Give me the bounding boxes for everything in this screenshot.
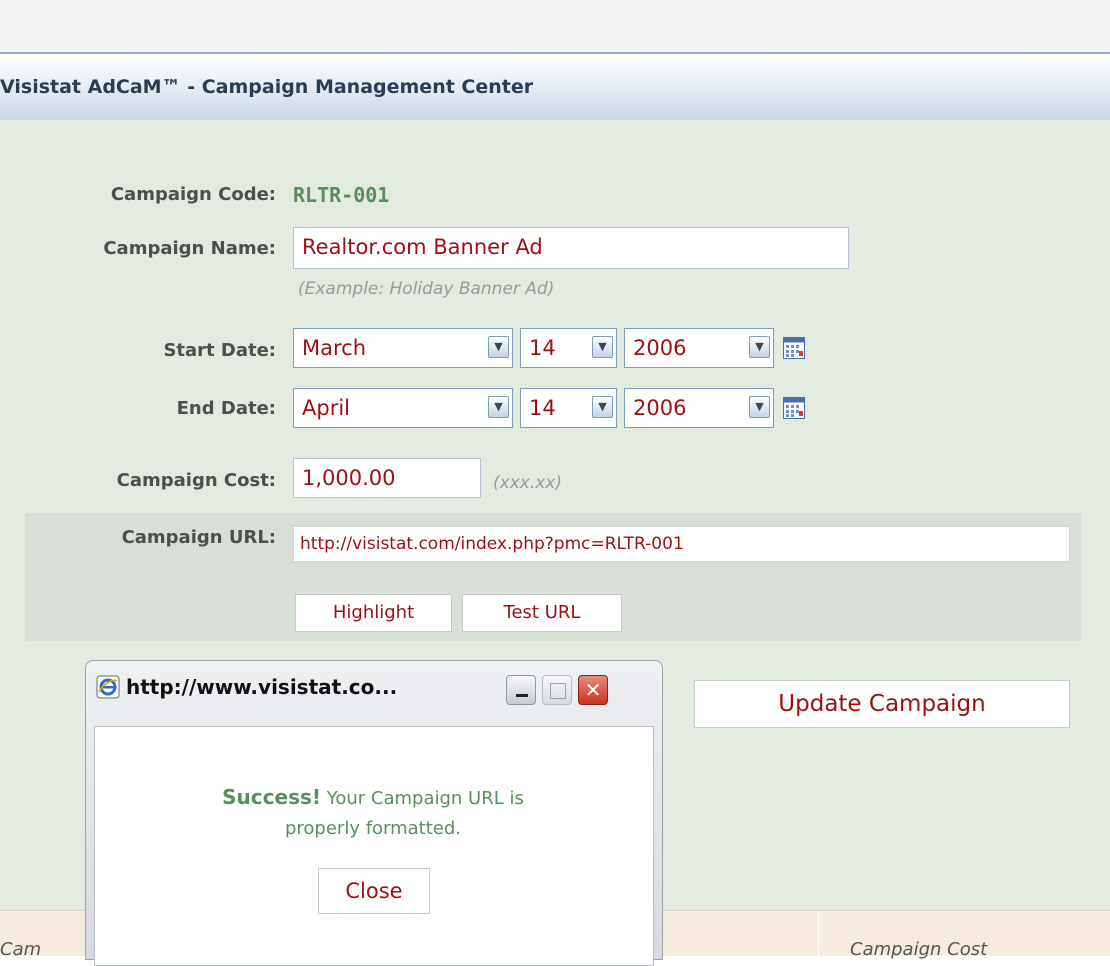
column-header-campaign[interactable]: Cam: [0, 939, 41, 960]
campaign-name-input[interactable]: Realtor.com Banner Ad: [293, 227, 849, 269]
campaign-cost-label: Campaign Cost:: [116, 470, 276, 491]
end-year-select[interactable]: 2006 ▼: [624, 388, 774, 428]
popup-message-line1: Your Campaign URL is: [321, 788, 524, 809]
calendar-icon[interactable]: [783, 397, 805, 419]
internet-explorer-icon: [96, 675, 120, 699]
column-header-campaign-cost[interactable]: Campaign Cost: [850, 939, 987, 960]
chevron-down-icon[interactable]: ▼: [592, 396, 613, 418]
browser-top-strip: [0, 0, 1110, 52]
maximize-icon: [550, 683, 566, 699]
campaign-cost-input[interactable]: 1,000.00: [293, 458, 481, 498]
popup-close-button[interactable]: Close: [318, 868, 430, 914]
popup-message-line2: properly formatted.: [284, 818, 462, 839]
close-window-button[interactable]: ✕: [578, 675, 608, 705]
end-year-value: 2006: [633, 396, 687, 420]
close-icon: ✕: [584, 678, 602, 702]
test-url-button[interactable]: Test URL: [462, 594, 622, 632]
end-day-value: 14: [529, 396, 556, 420]
campaign-url-label: Campaign URL:: [121, 527, 276, 548]
chevron-down-icon[interactable]: ▼: [749, 336, 770, 358]
start-date-label: Start Date:: [163, 340, 276, 361]
minimize-button[interactable]: [506, 675, 536, 705]
start-year-value: 2006: [633, 336, 687, 360]
chevron-down-icon[interactable]: ▼: [749, 396, 770, 418]
maximize-button: [542, 675, 572, 705]
column-divider: [818, 911, 819, 956]
popup-title: http://www.visistat.co...: [126, 675, 398, 699]
success-label: Success!: [222, 785, 322, 809]
campaign-code-value: RLTR-001: [293, 183, 390, 207]
end-month-select[interactable]: April ▼: [293, 388, 513, 428]
update-campaign-button[interactable]: Update Campaign: [694, 680, 1070, 728]
chevron-down-icon[interactable]: ▼: [488, 396, 509, 418]
popup-content: [94, 726, 654, 966]
start-month-value: March: [302, 336, 367, 360]
start-month-select[interactable]: March ▼: [293, 328, 513, 368]
page-title: Visistat AdCaM™ - Campaign Management Ce…: [0, 76, 534, 98]
campaign-name-label: Campaign Name:: [103, 238, 276, 259]
page-header: Visistat AdCaM™ - Campaign Management Ce…: [0, 52, 1110, 120]
start-day-select[interactable]: 14 ▼: [520, 328, 617, 368]
campaign-cost-hint: (xxx.xx): [493, 473, 562, 493]
highlight-button[interactable]: Highlight: [295, 594, 452, 632]
campaign-code-label: Campaign Code:: [110, 184, 276, 205]
end-date-label: End Date:: [176, 398, 276, 419]
minimize-icon: [516, 694, 528, 697]
end-day-select[interactable]: 14 ▼: [520, 388, 617, 428]
start-year-select[interactable]: 2006 ▼: [624, 328, 774, 368]
chevron-down-icon[interactable]: ▼: [592, 336, 613, 358]
popup-message: Success! Your Campaign URL is properly f…: [93, 782, 653, 844]
calendar-icon[interactable]: [783, 337, 805, 359]
end-month-value: April: [302, 396, 350, 420]
start-day-value: 14: [529, 336, 556, 360]
chevron-down-icon[interactable]: ▼: [488, 336, 509, 358]
campaign-name-hint: (Example: Holiday Banner Ad): [298, 279, 555, 299]
campaign-url-input[interactable]: http://visistat.com/index.php?pmc=RLTR-0…: [293, 526, 1070, 562]
